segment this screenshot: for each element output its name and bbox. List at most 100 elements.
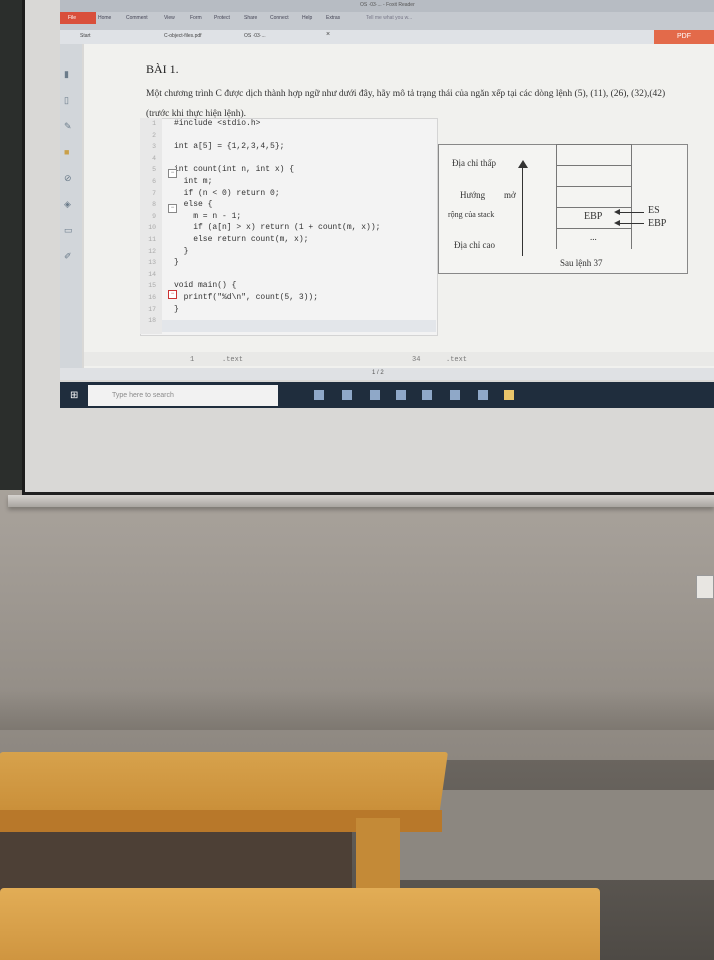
status-line-number: 34 [412,356,421,364]
foreground-desk [0,888,600,960]
fold-toggle-icon[interactable]: − [168,169,177,178]
status-section: .text [446,356,468,364]
code-line: if (a[n] > x) return (1 + count(m, x)); [174,223,381,233]
tab-os[interactable]: OS ·03·... [244,33,266,39]
menu-connect[interactable]: Connect [270,15,289,21]
code-line-number: 7 [152,189,156,197]
exercise-heading: BÀI 1. [146,62,179,76]
screen-rail [8,495,714,507]
folder-icon[interactable]: ■ [64,148,76,157]
blackboard-edge [0,0,24,490]
app-icon[interactable] [478,390,488,400]
ebp-cell-label: EBP [584,211,603,222]
code-line: } [174,258,179,268]
code-line-number: 15 [148,282,156,290]
stack-growth-label: Hướng [460,190,486,200]
menu-view[interactable]: View [164,15,175,21]
tell-me-box[interactable]: Tell me what you w... [366,15,412,21]
diagram-caption: Sau lệnh 37 [560,258,603,268]
stack-growth-label: rộng của stack [448,210,495,219]
code-line-number: 11 [148,236,156,243]
windows-start-icon[interactable]: ⊞ [70,390,78,401]
window-title: OS ·03·... - Foxit Reader [360,2,415,8]
menu-comment[interactable]: Comment [126,15,148,21]
menu-file[interactable]: File [68,15,76,21]
tab-bar [60,30,714,44]
menu-protect[interactable]: Protect [214,15,230,21]
close-tab-icon[interactable]: × [326,31,330,38]
code-line: } [174,304,179,314]
fold-toggle-icon[interactable]: − [168,290,177,299]
edit-icon[interactable]: ✐ [64,252,76,261]
code-line: int a[5] = {1,2,3,4,5}; [174,142,285,152]
menu-help[interactable]: Help [302,15,312,21]
file-explorer-icon[interactable] [342,390,352,400]
stack-cell [556,186,632,207]
arrow-up-icon [518,160,528,168]
code-line-number: 4 [152,154,156,162]
layers-icon[interactable]: ◈ [64,200,76,209]
code-line-number: 18 [148,317,156,325]
low-address-label: Địa chỉ thấp [452,158,496,168]
code-line: else { [174,200,213,210]
high-address-label: Địa chỉ cao [454,240,495,250]
pdf-badge: PDF [654,30,714,44]
code-line: printf("%d\n", count(5, 3)); [174,293,319,302]
mail-icon[interactable] [370,390,380,400]
task-view-icon[interactable] [314,390,324,400]
stack-ellipsis: ... [590,232,597,242]
code-line-number: 2 [152,131,156,139]
code-line: int count(int n, int x) { [174,165,295,175]
code-line: } [174,246,189,256]
desk-leg [356,818,400,898]
code-line: if (n < 0) return 0; [174,188,280,198]
code-line: else return count(m, x); [174,235,309,244]
page-indicator[interactable]: 1 / 2 [372,370,384,376]
store-icon[interactable] [422,390,432,400]
tab-c-object-files[interactable]: C-object-files.pdf [164,33,202,39]
code-line: int m; [174,177,213,186]
menu-form[interactable]: Form [190,15,202,21]
app-icon[interactable] [450,390,460,400]
code-line: m = n - 1; [174,211,242,221]
code-line-number: 3 [152,143,156,151]
stack-growth-label: mở [504,190,516,200]
code-line-number: 6 [152,178,156,185]
file-menu-tab[interactable] [60,12,96,24]
attachment-icon[interactable]: ⊘ [64,174,76,183]
page-navigation-bar [60,368,714,380]
stack-growth-arrow [522,166,523,256]
page-thumbnail-icon[interactable]: ▯ [64,96,76,105]
code-status-bar [84,352,714,366]
tab-start[interactable]: Start [80,33,91,39]
stack-cell [556,144,632,165]
esp-pointer [618,212,644,213]
status-section: .text [222,356,244,364]
code-line-number: 16 [148,294,156,301]
menu-extras[interactable]: Extras [326,15,340,21]
code-line-number: 13 [148,259,156,267]
fold-toggle-icon[interactable]: − [168,204,177,213]
arrow-left-icon [614,209,620,215]
code-line-number: 5 [152,166,156,174]
ebp-pointer [618,223,644,224]
menu-share[interactable]: Share [244,15,257,21]
ebp-label: EBP [648,218,667,229]
stack-cell [556,165,632,186]
code-line-number: 14 [148,270,156,278]
esp-label: ES [648,205,660,216]
code-line-number: 17 [148,305,156,313]
comments-icon[interactable]: ▭ [64,226,76,235]
code-line-number: 9 [152,212,156,220]
power-outlet [696,575,714,599]
current-line-highlight [162,320,436,332]
bookmark-icon[interactable]: ▮ [64,70,76,79]
wall-stain [0,690,714,730]
code-line-number: 12 [148,247,156,255]
browser-icon[interactable] [396,390,406,400]
menu-home[interactable]: Home [98,15,111,21]
foxit-reader-icon[interactable] [504,390,514,400]
status-line-number: 1 [190,356,195,364]
signature-icon[interactable]: ✎ [64,122,76,131]
code-line-number: 10 [148,224,156,232]
